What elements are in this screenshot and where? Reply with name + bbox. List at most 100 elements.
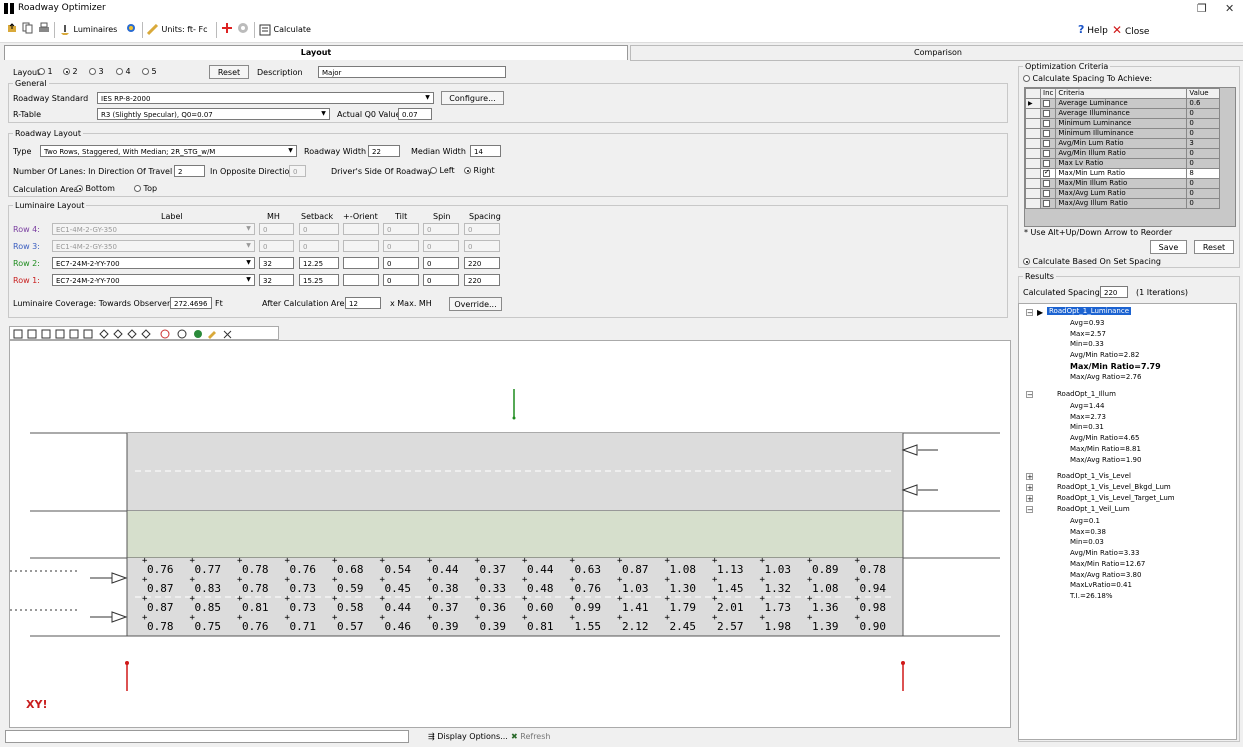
layout-radio-1[interactable]: 1 xyxy=(38,67,53,76)
display-options-button[interactable]: ⇶ Display Options... xyxy=(428,732,508,741)
collapse-icon[interactable]: − xyxy=(1026,309,1033,317)
row-2-orient[interactable] xyxy=(343,257,379,269)
calc-bottom-radio[interactable]: Bottom xyxy=(76,184,115,193)
tree-node-luminance[interactable]: RoadOpt_1_Luminance xyxy=(1047,307,1132,315)
roadway-type-select[interactable]: Two Rows, Staggered, With Median; 2R_STG… xyxy=(40,145,297,157)
include-checkbox[interactable] xyxy=(1043,199,1050,207)
close-button[interactable]: ✕ Close xyxy=(1112,22,1149,38)
q0-input[interactable]: 0.07 xyxy=(398,108,432,120)
criteria-row[interactable]: Max Lv Ratio 0 xyxy=(1025,158,1221,169)
expand-icon[interactable]: + xyxy=(1026,484,1033,492)
include-checkbox[interactable] xyxy=(1043,179,1050,187)
tab-layout[interactable]: Layout xyxy=(4,45,628,60)
criteria-value[interactable]: 0 xyxy=(1186,128,1221,139)
criteria-row[interactable]: Max/Min Lum Ratio8 xyxy=(1025,168,1221,179)
criteria-row[interactable]: Avg/Min Lum Ratio 3 xyxy=(1025,138,1221,149)
row-1-spacing[interactable]: 220 xyxy=(464,274,500,286)
tree-leaf[interactable]: Avg/Min Ratio=4.65 xyxy=(1070,434,1139,442)
criteria-value[interactable]: 0 xyxy=(1186,198,1221,209)
criteria-row[interactable]: Max/Min Illum Ratio 0 xyxy=(1025,178,1221,189)
tree-leaf[interactable]: Max/Min Ratio=7.79 xyxy=(1070,362,1161,371)
tree-leaf[interactable]: Max/Min Ratio=8.81 xyxy=(1070,445,1141,453)
results-tree[interactable]: − ▶ RoadOpt_1_Luminance Avg=0.93 Max=2.57… xyxy=(1018,303,1237,740)
target-icon[interactable] xyxy=(237,22,249,38)
row-2-tilt[interactable]: 0 xyxy=(383,257,419,269)
row-4-tilt[interactable]: 0 xyxy=(383,223,419,235)
row-3-tilt[interactable]: 0 xyxy=(383,240,419,252)
calc-set-spacing-radio[interactable]: Calculate Based On Set Spacing xyxy=(1023,257,1161,266)
row-1-luminaire-select[interactable]: EC7-24M-2-YY-700 ▼ xyxy=(52,274,255,286)
include-checkbox[interactable] xyxy=(1043,168,1050,177)
tree-leaf[interactable]: Avg=0.1 xyxy=(1070,517,1100,525)
calculate-button[interactable]: Calculate xyxy=(259,22,311,38)
copy-icon[interactable] xyxy=(22,22,34,38)
expand-icon[interactable]: + xyxy=(1026,495,1033,503)
tree-node-illum[interactable]: RoadOpt_1_Illum xyxy=(1057,390,1116,398)
criteria-value[interactable]: 0 xyxy=(1186,148,1221,159)
median-width-input[interactable]: 14 xyxy=(470,145,501,157)
calc-top-radio[interactable]: Top xyxy=(134,184,157,193)
criteria-value[interactable]: 0.6 xyxy=(1186,98,1221,109)
tree-leaf[interactable]: Avg/Min Ratio=2.82 xyxy=(1070,351,1139,359)
restore-button[interactable]: ❐ xyxy=(1197,2,1207,15)
criteria-value[interactable]: 0 xyxy=(1186,118,1221,129)
row-1-tilt[interactable]: 0 xyxy=(383,274,419,286)
coverage-input[interactable]: 272.4696 xyxy=(170,297,212,309)
override-button[interactable]: Override... xyxy=(449,297,502,311)
tree-leaf[interactable]: Max/Min Ratio=12.67 xyxy=(1070,560,1145,568)
collapse-icon[interactable]: − xyxy=(1026,391,1033,399)
tree-leaf[interactable]: Avg=1.44 xyxy=(1070,402,1104,410)
include-checkbox[interactable] xyxy=(1043,99,1050,107)
configure-button[interactable]: Configure... xyxy=(441,91,504,105)
row-1-mh[interactable]: 32 xyxy=(259,274,294,286)
criteria-value[interactable]: 3 xyxy=(1186,138,1221,149)
driver-left-radio[interactable]: Left xyxy=(430,166,455,175)
row-2-setback[interactable]: 12.25 xyxy=(299,257,339,269)
tree-leaf[interactable]: Min=0.33 xyxy=(1070,340,1104,348)
include-checkbox[interactable] xyxy=(1043,139,1050,147)
criteria-row[interactable]: Average Illuminance 0 xyxy=(1025,108,1221,119)
collapse-icon[interactable]: − xyxy=(1026,506,1033,514)
criteria-row[interactable]: Avg/Min Illum Ratio 0 xyxy=(1025,148,1221,159)
row-2-mh[interactable]: 32 xyxy=(259,257,294,269)
tree-node-vis-level[interactable]: RoadOpt_1_Vis_Level xyxy=(1057,472,1131,480)
expand-icon[interactable]: + xyxy=(1026,473,1033,481)
row-3-orient[interactable] xyxy=(343,240,379,252)
calc-spacing-radio[interactable]: Calculate Spacing To Achieve: xyxy=(1023,74,1152,83)
tree-node-veil[interactable]: RoadOpt_1_Veil_Lum xyxy=(1057,505,1130,513)
tree-node-vis-bkgd[interactable]: RoadOpt_1_Vis_Level_Bkgd_Lum xyxy=(1057,483,1171,491)
criteria-value[interactable]: 8 xyxy=(1186,168,1221,179)
criteria-row[interactable]: Minimum Luminance 0 xyxy=(1025,118,1221,129)
tree-leaf[interactable]: Max=2.57 xyxy=(1070,330,1106,338)
row-1-setback[interactable]: 15.25 xyxy=(299,274,339,286)
roadway-standard-select[interactable]: IES RP-8-2000 ▼ xyxy=(97,92,434,104)
after-calc-input[interactable]: 12 xyxy=(345,297,381,309)
tree-leaf[interactable]: Avg=0.93 xyxy=(1070,319,1104,327)
row-3-spacing[interactable]: 0 xyxy=(464,240,500,252)
print-icon[interactable] xyxy=(38,22,50,38)
tree-leaf[interactable]: Max=2.73 xyxy=(1070,413,1106,421)
save-button[interactable]: Save xyxy=(1150,240,1187,254)
row-4-spacing[interactable]: 0 xyxy=(464,223,500,235)
tree-leaf[interactable]: Min=0.03 xyxy=(1070,538,1104,546)
layout-reset-button[interactable]: Reset xyxy=(209,65,249,79)
open-icon[interactable] xyxy=(6,22,18,38)
tree-leaf[interactable]: Max/Avg Ratio=2.76 xyxy=(1070,373,1141,381)
include-checkbox[interactable] xyxy=(1043,129,1050,137)
description-input[interactable]: Major xyxy=(318,66,506,78)
help-button[interactable]: ? Help xyxy=(1078,22,1108,38)
layout-radio-5[interactable]: 5 xyxy=(142,67,157,76)
luminaires-button[interactable]: Luminaires xyxy=(59,22,117,38)
row-1-spin[interactable]: 0 xyxy=(423,274,459,286)
row-4-spin[interactable]: 0 xyxy=(423,223,459,235)
criteria-row[interactable]: Minimum Illuminance 0 xyxy=(1025,128,1221,139)
row-4-luminaire-select[interactable]: EC1-4M-2-GY-350 ▼ xyxy=(52,223,255,235)
layout-radio-2[interactable]: 2 xyxy=(63,67,78,76)
window-close-button[interactable]: ✕ xyxy=(1225,2,1234,15)
tree-leaf[interactable]: Avg/Min Ratio=3.33 xyxy=(1070,549,1139,557)
row-3-setback[interactable]: 0 xyxy=(299,240,339,252)
lanes-direction-input[interactable]: 2 xyxy=(174,165,205,177)
row-2-luminaire-select[interactable]: EC7-24M-2-YY-700 ▼ xyxy=(52,257,255,269)
include-checkbox[interactable] xyxy=(1043,109,1050,117)
rtable-select[interactable]: R3 (Slightly Specular), Q0=0.07 ▼ xyxy=(97,108,330,120)
